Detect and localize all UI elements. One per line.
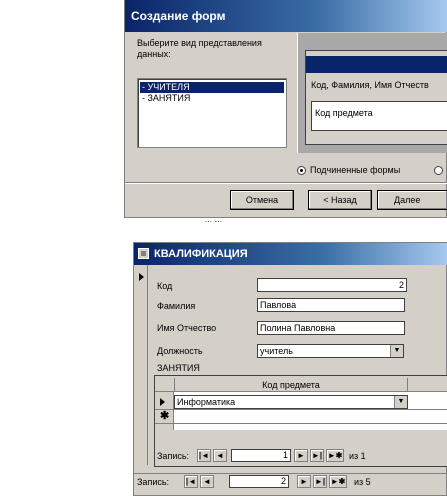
subform-nav-label: Запись: xyxy=(157,451,190,461)
qualification-form-window: КВАЛИФИКАЦИЯ Код 2 Фамилия Павлова Имя О… xyxy=(133,242,447,496)
next-record-icon[interactable]: ► xyxy=(297,475,311,488)
next-button[interactable]: Далее xyxy=(377,190,447,210)
next-record-icon[interactable]: ► xyxy=(294,449,308,462)
row-divider xyxy=(155,409,447,410)
form-wizard-window: Создание форм Выберите вид представления… xyxy=(124,0,447,218)
preview-title-bar xyxy=(306,56,447,73)
dolzhnost-combobox[interactable]: учитель ▼ xyxy=(257,344,404,358)
prev-record-icon[interactable]: ◄ xyxy=(213,449,227,462)
wizard-prompt: Выберите вид представления данных: xyxy=(137,38,262,59)
back-button[interactable]: < Назад xyxy=(308,190,372,210)
chevron-down-icon[interactable]: ▼ xyxy=(394,396,407,408)
subform-current-record-input[interactable]: 1 xyxy=(231,449,291,462)
subforms-radio[interactable] xyxy=(297,166,306,175)
chevron-down-icon[interactable]: ▼ xyxy=(390,345,403,357)
list-item-zanyatiya[interactable]: - ЗАНЯТИЯ xyxy=(140,93,284,104)
new-record-nav-icon[interactable]: ►✱ xyxy=(329,475,347,488)
imya-otchestvo-field[interactable]: Полина Павловна xyxy=(257,321,405,335)
first-record-icon[interactable]: |◄ xyxy=(197,449,211,462)
dolzhnost-label: Должность xyxy=(157,346,203,356)
subforms-radio-label: Подчиненные формы xyxy=(310,165,401,175)
kod-predmeta-cell: Информатика xyxy=(177,397,236,407)
familia-label: Фамилия xyxy=(157,301,196,311)
row-divider xyxy=(155,423,447,424)
new-record-icon: ✱ xyxy=(160,410,170,422)
new-record-nav-icon[interactable]: ►✱ xyxy=(326,449,344,462)
preview-subform-text: Код предмета xyxy=(315,108,373,118)
imya-otchestvo-label: Имя Отчество xyxy=(157,323,217,333)
preview-fields-text: Код, Фамилия, Имя Отчеств xyxy=(311,80,429,90)
first-record-icon[interactable]: |◄ xyxy=(184,475,198,488)
wizard-separator xyxy=(125,182,447,184)
linked-forms-radio[interactable] xyxy=(434,166,443,175)
form-nav-label: Запись: xyxy=(137,477,170,487)
subform-record-count: из 1 xyxy=(349,451,366,461)
kod-field[interactable]: 2 xyxy=(257,278,407,292)
column-header-kod-predmeta[interactable]: Код предмета xyxy=(174,378,408,392)
wizard-title: Создание форм xyxy=(131,9,226,23)
current-row-arrow-icon xyxy=(160,398,165,406)
table-row[interactable]: Информатика ▼ xyxy=(174,395,408,409)
form-current-record-input[interactable]: 2 xyxy=(229,475,289,488)
familia-field[interactable]: Павлова xyxy=(257,298,405,312)
current-record-arrow-icon xyxy=(139,273,144,281)
list-item-uchitelya[interactable]: - УЧИТЕЛЯ xyxy=(140,82,284,93)
record-selector[interactable] xyxy=(134,265,148,465)
last-record-icon[interactable]: ►| xyxy=(310,449,324,462)
kod-label: Код xyxy=(157,281,173,291)
form-icon xyxy=(138,248,149,259)
last-record-icon[interactable]: ►| xyxy=(313,475,327,488)
view-type-listbox[interactable]: - УЧИТЕЛЯ - ЗАНЯТИЯ xyxy=(137,78,287,148)
figure-caption: ... ... xyxy=(205,214,223,224)
form-record-navigator: Запись: |◄ ◄ 2 ► ►| ►✱ из 5 xyxy=(134,473,447,493)
dolzhnost-value: учитель xyxy=(260,346,293,356)
prev-record-icon[interactable]: ◄ xyxy=(200,475,214,488)
form-title: КВАЛИФИКАЦИЯ xyxy=(154,248,248,260)
form-record-count: из 5 xyxy=(354,477,371,487)
cancel-button[interactable]: Отмена xyxy=(230,190,294,210)
subform-label: ЗАНЯТИЯ xyxy=(157,363,200,373)
subform-record-navigator: Запись: |◄ ◄ 1 ► ►| ►✱ из 1 xyxy=(157,448,447,464)
